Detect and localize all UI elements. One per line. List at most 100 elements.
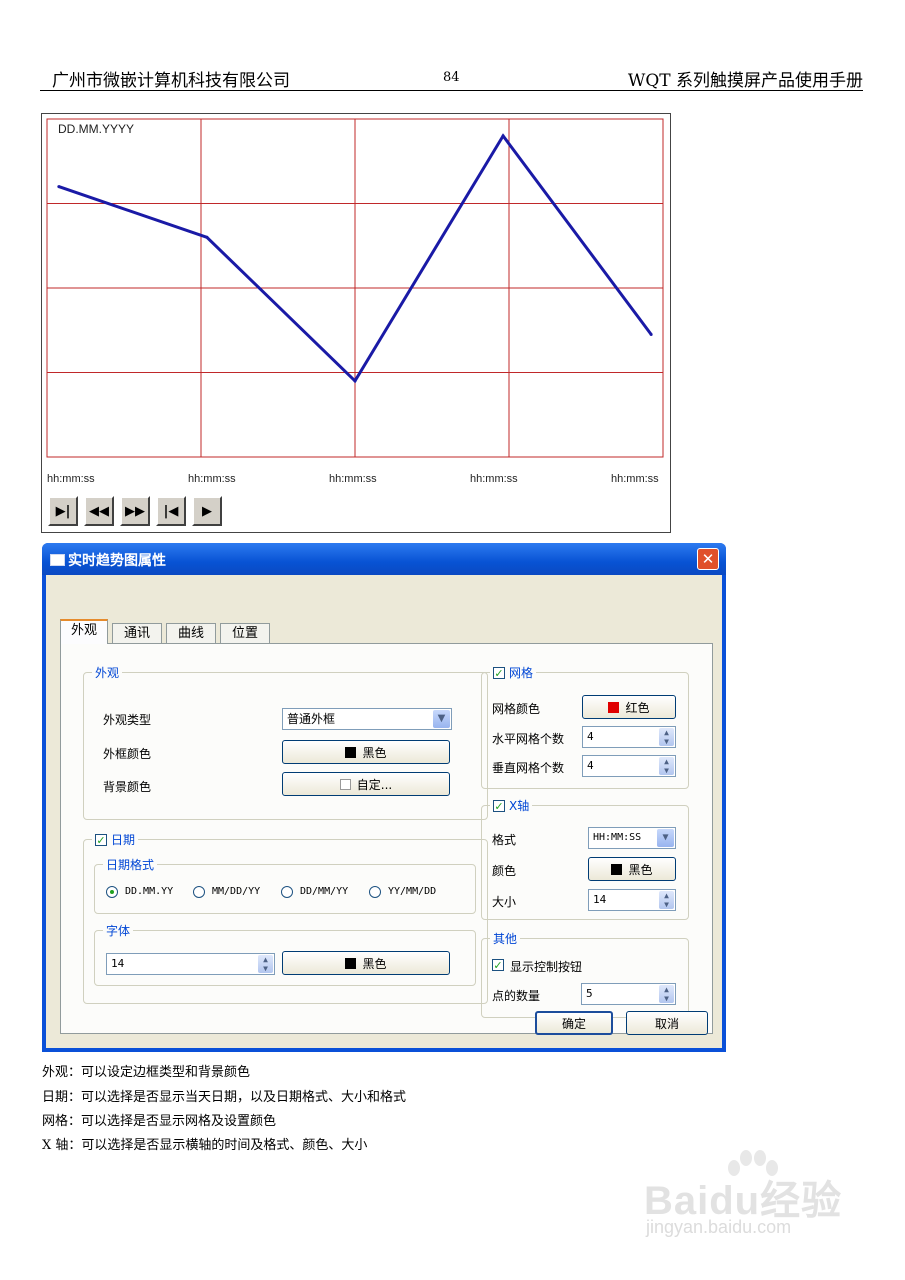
spinner-arrows-icon[interactable]: ▲ ▼ (659, 757, 674, 775)
date-font-size-value: 14 (111, 957, 125, 970)
points-count-spinner[interactable]: 5 ▲ ▼ (581, 983, 676, 1005)
appearance-group-title: 外观 (92, 664, 123, 681)
grid-checkbox[interactable]: ✓ (493, 666, 505, 679)
radio-yymmdd[interactable] (369, 886, 381, 898)
spinner-arrows-icon[interactable]: ▲ ▼ (659, 985, 674, 1003)
spinner-arrows-icon[interactable]: ▲ ▼ (659, 891, 674, 909)
border-color-value: 黑色 (362, 745, 387, 760)
tab-appearance[interactable]: 外观 (60, 619, 108, 644)
h-grid-count-label: 水平网格个数 (492, 732, 565, 746)
description-line: 外观：可以设定边框类型和背景颜色 (42, 1065, 251, 1080)
header-rule (40, 90, 863, 91)
play-icon[interactable]: ▶ (192, 496, 222, 526)
date-font-color-value: 黑色 (362, 956, 387, 971)
data-point (501, 134, 505, 138)
x-axis-size-spinner[interactable]: 14 ▲ ▼ (588, 889, 676, 911)
tab-position[interactable]: 位置 (220, 623, 270, 643)
header-company: 广州市微嵌计算机科技有限公司 (52, 71, 290, 91)
radio-mmddyy[interactable] (193, 886, 205, 898)
border-color-button[interactable]: 黑色 (282, 740, 450, 764)
x-axis-size-value: 14 (593, 893, 607, 906)
watermark-url: jingyan.baidu.com (646, 1217, 792, 1237)
x-axis-group-title: ✓ X轴 (490, 797, 533, 814)
trend-properties-dialog: 实时趋势图属性 ✕ 外观 通讯 曲线 位置 外观 外观类型 普通外框 ▼ 外框颜… (42, 543, 726, 1052)
go-start-icon[interactable]: |◀ (156, 496, 186, 526)
appearance-type-label: 外观类型 (103, 713, 152, 727)
show-controls-label: 显示控制按钮 (510, 960, 583, 974)
description-line: 日期：可以选择是否显示当天日期，以及日期格式、大小和格式 (42, 1090, 407, 1105)
tab-communication[interactable]: 通讯 (112, 623, 162, 643)
show-controls-checkbox[interactable]: ✓ (492, 959, 504, 971)
x-axis-format-select[interactable]: HH:MM:SS ▼ (588, 827, 676, 849)
spinner-arrows-icon[interactable]: ▲ ▼ (659, 728, 674, 746)
v-grid-count-label: 垂直网格个数 (492, 761, 565, 775)
format-ddmmyy-label: DD.MM.YY (125, 886, 174, 897)
x-tick-label: hh:mm:ss (47, 473, 95, 485)
date-font-title: 字体 (103, 922, 134, 939)
ok-button[interactable]: 确定 (535, 1011, 613, 1035)
grid-color-label: 网格颜色 (492, 702, 541, 716)
date-format-title: 日期格式 (103, 856, 158, 873)
x-axis-checkbox[interactable]: ✓ (493, 799, 505, 812)
color-swatch-icon (345, 957, 357, 969)
other-group: 其他 ✓ 显示控制按钮 点的数量 5 ▲ ▼ (481, 930, 689, 1018)
h-grid-count-spinner[interactable]: 4 ▲ ▼ (582, 726, 676, 748)
x-axis-checkbox-label: X轴 (509, 799, 530, 813)
h-grid-count-value: 4 (587, 730, 594, 743)
trend-chart-panel: hh:mm:ss hh:mm:ss hh:mm:ss hh:mm:ss hh:mm:ss… (41, 113, 671, 533)
radio-ddmmyy[interactable] (106, 886, 118, 898)
x-axis-format-label: 格式 (492, 833, 517, 847)
tab-page-appearance: 外观 外观类型 普通外框 ▼ 外框颜色 黑色 背景颜色 自定... ✓ 日期 日… (60, 643, 713, 1034)
spinner-arrows-icon[interactable]: ▲ ▼ (258, 955, 273, 973)
x-axis-color-label: 颜色 (492, 864, 517, 878)
x-axis-color-button[interactable]: 黑色 (588, 857, 676, 881)
data-point (57, 185, 61, 189)
date-format-group: 日期格式 DD.MM.YY MM/DD/YY DD/MM/YY YY/MM/DD (94, 856, 476, 914)
grid-color-button[interactable]: 红色 (582, 695, 676, 719)
bg-color-button[interactable]: 自定... (282, 772, 450, 796)
date-checkbox-label: 日期 (111, 833, 136, 847)
header-page-number: 84 (443, 70, 460, 85)
appearance-type-select[interactable]: 普通外框 ▼ (282, 708, 452, 730)
dialog-title-bar[interactable]: 实时趋势图属性 ✕ (42, 543, 726, 575)
fast-forward-icon[interactable]: ▶▶ (120, 496, 150, 526)
data-point (649, 332, 653, 336)
date-group-title: ✓ 日期 (92, 831, 139, 848)
date-font-size-spinner[interactable]: 14 ▲ ▼ (106, 953, 275, 975)
color-swatch-icon (339, 778, 351, 790)
data-point (353, 379, 357, 383)
dialog-body: 外观 通讯 曲线 位置 外观 外观类型 普通外框 ▼ 外框颜色 黑色 背景颜色 (46, 575, 722, 1048)
points-count-value: 5 (586, 987, 593, 1000)
chevron-down-icon[interactable]: ▼ (433, 710, 450, 728)
x-tick-label: hh:mm:ss (329, 473, 377, 485)
v-grid-count-value: 4 (587, 759, 594, 772)
grid-group-title: ✓ 网格 (490, 664, 537, 681)
x-axis-size-label: 大小 (492, 895, 517, 909)
bg-color-value: 自定... (356, 777, 393, 792)
tab-curve[interactable]: 曲线 (166, 623, 216, 643)
x-axis-format-value: HH:MM:SS (593, 832, 642, 843)
chevron-down-icon[interactable]: ▼ (657, 829, 674, 847)
cancel-button[interactable]: 取消 (626, 1011, 708, 1035)
description-line: X 轴：可以选择是否显示横轴的时间及格式、颜色、大小 (42, 1138, 368, 1153)
date-font-color-button[interactable]: 黑色 (282, 951, 450, 975)
format-ddmmyy-slash-label: DD/MM/YY (300, 886, 349, 897)
x-axis-group: ✓ X轴 格式 HH:MM:SS ▼ 颜色 黑色 大小 14 ▲ ▼ (481, 797, 689, 920)
border-color-label: 外框颜色 (103, 747, 152, 761)
rewind-icon[interactable]: ◀◀ (84, 496, 114, 526)
radio-ddmmyy-slash[interactable] (281, 886, 293, 898)
play-end-icon[interactable]: ▶| (48, 496, 78, 526)
close-icon[interactable]: ✕ (697, 548, 719, 570)
appearance-group: 外观 外观类型 普通外框 ▼ 外框颜色 黑色 背景颜色 自定... (83, 664, 488, 820)
description-line: 网格：可以选择是否显示网格及设置颜色 (42, 1114, 277, 1129)
format-mmddyy-label: MM/DD/YY (212, 886, 261, 897)
x-tick-label: hh:mm:ss (470, 473, 518, 485)
chart-date-label: DD.MM.YYYY (58, 122, 135, 136)
x-tick-label: hh:mm:ss (611, 473, 659, 485)
date-font-group: 字体 14 ▲ ▼ 黑色 (94, 922, 476, 986)
v-grid-count-spinner[interactable]: 4 ▲ ▼ (582, 755, 676, 777)
format-yymmdd-label: YY/MM/DD (388, 886, 437, 897)
other-group-title: 其他 (490, 930, 521, 947)
date-checkbox[interactable]: ✓ (95, 833, 107, 846)
x-axis-color-value: 黑色 (628, 862, 653, 877)
